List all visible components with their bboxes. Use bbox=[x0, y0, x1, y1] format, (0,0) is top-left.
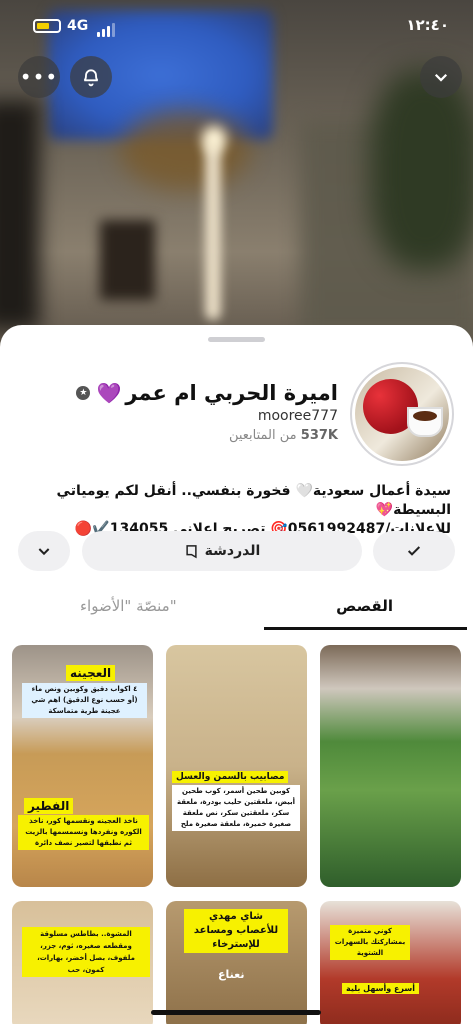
card-title: مصابيب بالسمن والعسل bbox=[172, 771, 289, 783]
story-card[interactable]: كوني متميزة بمشاركتك بالسهرات الشتوية أس… bbox=[320, 901, 461, 1024]
card-title: المشوة bbox=[106, 930, 132, 938]
background-photo bbox=[0, 0, 473, 360]
chat-label: الدردشة bbox=[204, 543, 261, 559]
card-title: أسرع وأسهل بلية bbox=[342, 983, 420, 994]
profile-name: اميرة الحربي ام عمر bbox=[125, 381, 338, 405]
card-title: العجينه bbox=[66, 665, 116, 681]
story-card[interactable]: المشوة.. بطاطس مسلوقة ومقطعه صغيره، ثوم،… bbox=[12, 901, 153, 1024]
bell-icon bbox=[83, 69, 99, 87]
story-card[interactable] bbox=[320, 645, 461, 887]
profile-tabs: منصّة "الأضواء" القصص bbox=[0, 587, 473, 631]
story-card[interactable]: العجينه ٤ اكواب دقيق وكوبين ونص ماء (أو … bbox=[12, 645, 153, 887]
story-card[interactable]: مصابيب بالسمن والعسل كوبين طحين أسمر، كو… bbox=[166, 645, 307, 887]
name-row: اميرة الحربي ام عمر 💜 ★ bbox=[76, 381, 338, 405]
card-caption: المشوة.. بطاطس مسلوقة ومقطعه صغيره، ثوم،… bbox=[22, 927, 150, 977]
sheet-grabber[interactable] bbox=[208, 337, 265, 342]
clock: ١٢:٤٠ bbox=[406, 16, 449, 34]
card-title-2: الفطير bbox=[24, 798, 74, 814]
followers-count: 537K من المتابعين bbox=[229, 428, 338, 443]
profile-sheet: اميرة الحربي ام عمر 💜 ★ mooree777 537K م… bbox=[0, 325, 473, 1024]
action-row: الدردشة bbox=[0, 531, 473, 573]
close-profile-button[interactable] bbox=[420, 56, 462, 98]
more-options-button[interactable]: ••• bbox=[18, 56, 60, 98]
followers-label: من المتابعين bbox=[228, 428, 297, 443]
chevron-down-icon bbox=[434, 73, 448, 82]
subscribed-button[interactable] bbox=[373, 531, 455, 571]
active-tab-indicator bbox=[264, 627, 467, 630]
tab-spotlight[interactable]: منصّة "الأضواء" bbox=[80, 597, 177, 615]
avatar[interactable] bbox=[350, 362, 454, 466]
card-caption-2: ناخذ العجينه ونقسمها كور، ناخذ الكوره ون… bbox=[18, 815, 149, 850]
chat-icon bbox=[186, 544, 197, 558]
network-label: 4G bbox=[67, 18, 89, 34]
story-card[interactable]: شاي مهدي للأعصاب ومساعد للإسترخاء نعناع bbox=[166, 901, 307, 1024]
card-caption: كوني متميزة بمشاركتك بالسهرات الشتوية bbox=[330, 925, 410, 960]
username: mooree777 bbox=[257, 408, 338, 424]
star-badge-icon: ★ bbox=[76, 386, 91, 400]
notifications-button[interactable] bbox=[70, 56, 112, 98]
bio-line-1: سيدة أعمال سعودية🤍 فخورة بنفسي.. أنقل لك… bbox=[56, 483, 451, 518]
home-indicator[interactable] bbox=[151, 1010, 321, 1015]
card-title: شاي مهدي للأعصاب ومساعد للإسترخاء bbox=[184, 909, 288, 953]
card-caption: ٤ اكواب دقيق وكوبين ونص ماء (أو حسب نوع … bbox=[22, 683, 147, 718]
checkmark-icon bbox=[407, 546, 421, 556]
followers-number: 537K bbox=[300, 428, 338, 443]
status-bar: 4G ١٢:٤٠ bbox=[0, 12, 473, 42]
chevron-down-icon bbox=[38, 548, 50, 556]
tab-stories[interactable]: القصص bbox=[336, 597, 393, 615]
purple-heart-icon: 💜 bbox=[96, 381, 122, 405]
chat-button[interactable]: الدردشة bbox=[82, 531, 362, 571]
more-icon: ••• bbox=[19, 65, 59, 89]
signal-icon bbox=[97, 19, 117, 37]
expand-button[interactable] bbox=[18, 531, 70, 571]
battery-icon bbox=[33, 19, 61, 33]
card-caption: نعناع bbox=[218, 968, 245, 981]
card-caption: كوبين طحين أسمر، كوب طحين أبيض، ملعقتين … bbox=[172, 785, 300, 831]
